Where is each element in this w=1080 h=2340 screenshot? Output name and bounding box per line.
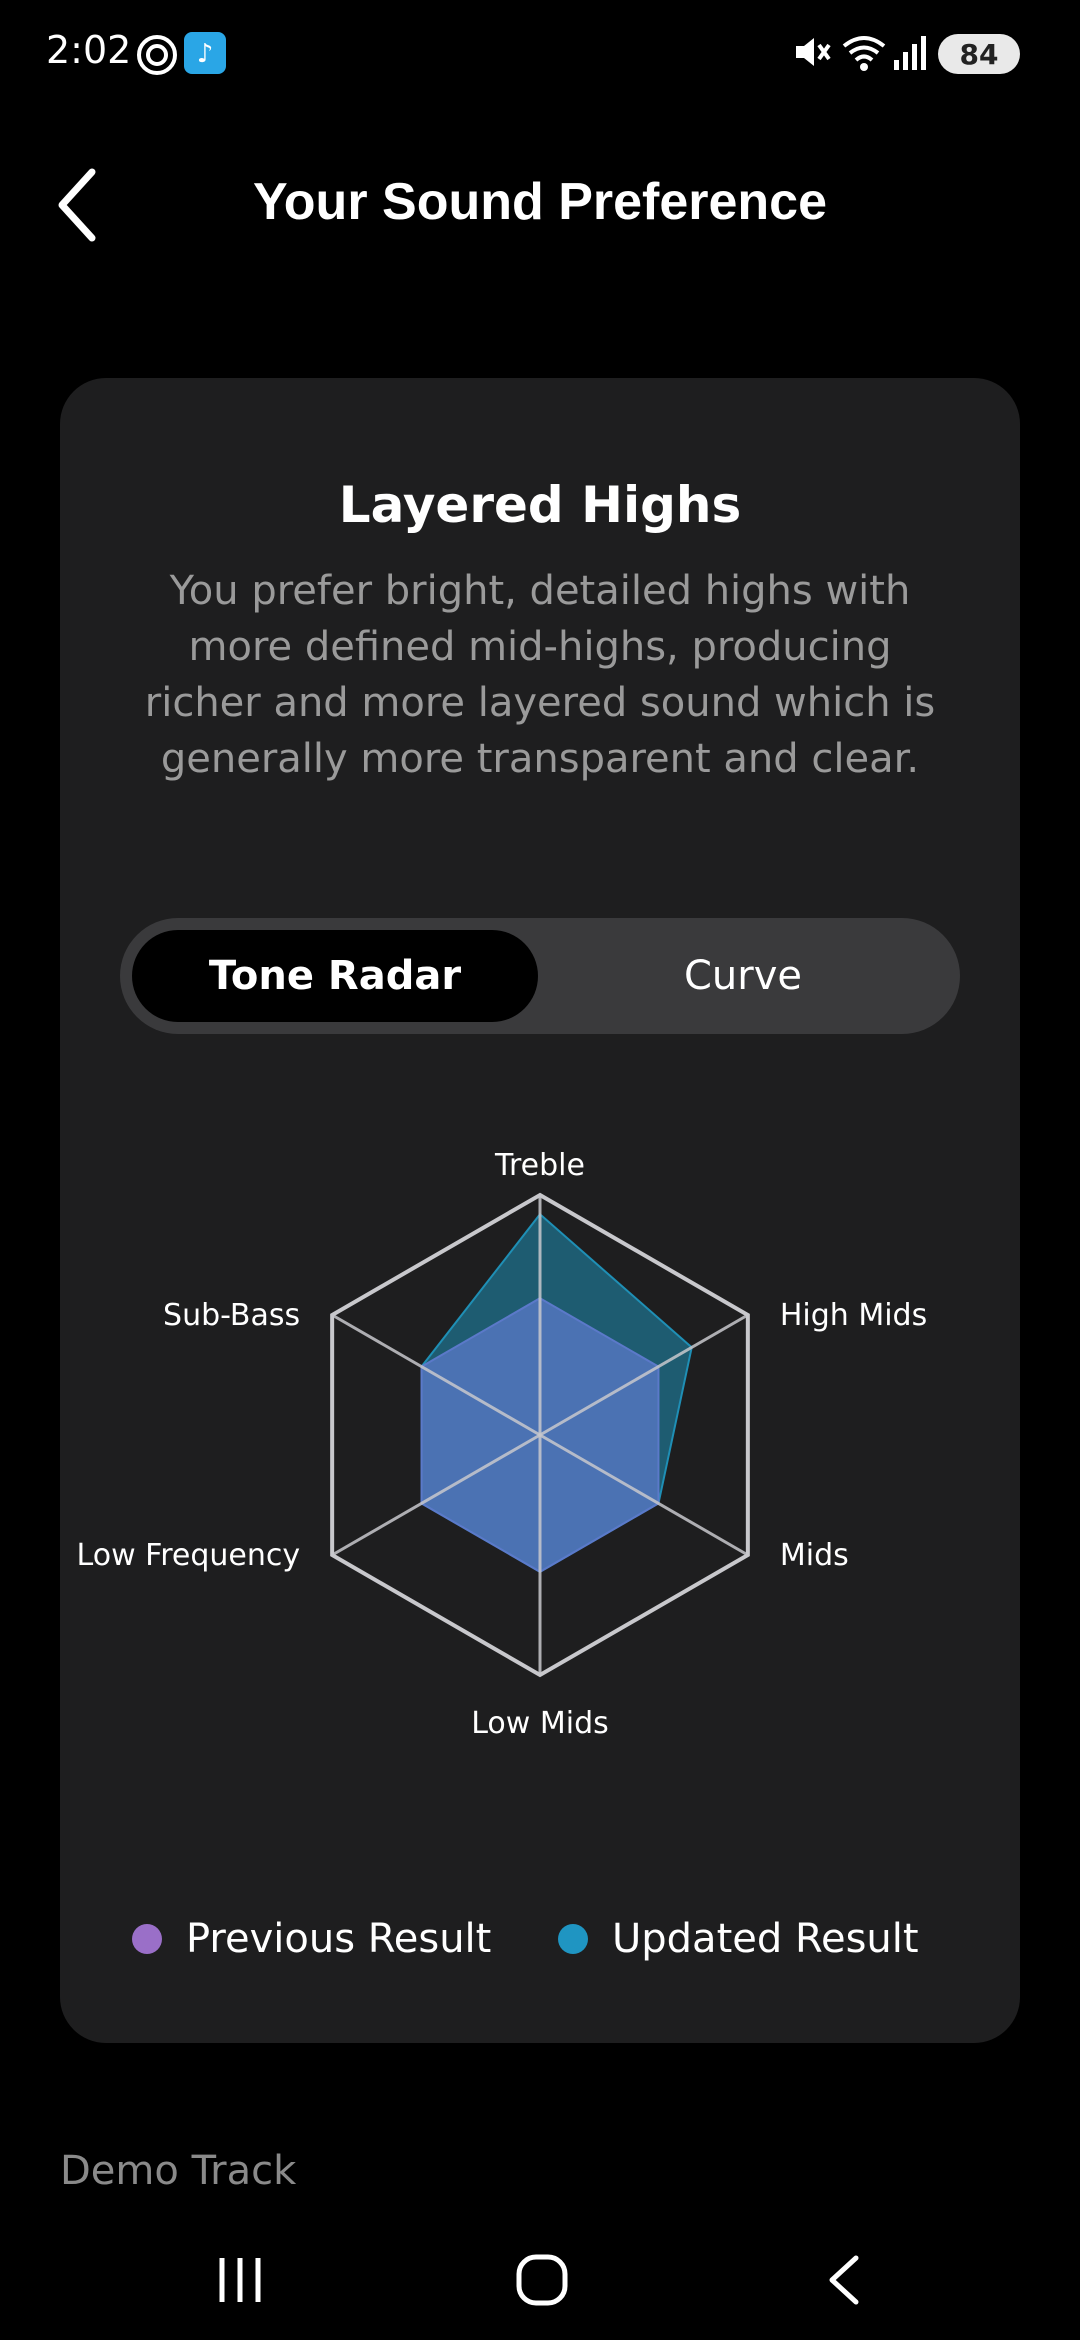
home-button[interactable] — [482, 2240, 602, 2320]
status-bar: 2:02 ♪ 84 — [0, 0, 1080, 110]
legend-updated-dot — [558, 1924, 588, 1954]
radar-axis-label: Mids — [780, 1538, 849, 1573]
legend-updated: Updated Result — [558, 1916, 919, 1962]
recent-apps-button[interactable] — [180, 2240, 300, 2320]
system-nav-bar — [0, 2220, 1080, 2340]
mute-icon — [792, 32, 832, 76]
radar-axis-label: Low Mids — [471, 1706, 609, 1741]
nav-back-button[interactable] — [786, 2240, 906, 2320]
threads-icon — [134, 32, 180, 82]
chart-legend: Previous Result Updated Result — [60, 1916, 1020, 1986]
radar-axis-label: Treble — [494, 1148, 585, 1183]
tone-radar-chart: Treble High Mids Mids Low Mids Low Frequency… — [60, 1118, 1020, 1818]
music-app-icon: ♪ — [184, 32, 226, 78]
radar-svg: Treble High Mids Mids Low Mids Low Frequency… — [77, 1148, 928, 1741]
home-icon — [516, 2254, 568, 2306]
page-title: Your Sound Preference — [252, 173, 828, 231]
radar-axis-label: Sub-Bass — [163, 1298, 300, 1333]
legend-previous-label: Previous Result — [186, 1916, 492, 1962]
legend-previous-dot — [132, 1924, 162, 1954]
radar-axis-label: Low Frequency — [77, 1538, 301, 1573]
preference-title: Layered Highs — [338, 476, 742, 534]
wifi-icon — [840, 32, 888, 78]
legend-previous: Previous Result — [132, 1916, 491, 1962]
status-time: 2:02 — [46, 28, 132, 72]
tab-tone-radar[interactable]: Tone Radar — [132, 930, 538, 1022]
sound-preference-card: Layered Highs You prefer bright, detaile… — [60, 378, 1020, 2043]
svg-text:♪: ♪ — [197, 39, 214, 69]
back-icon — [829, 2255, 859, 2305]
radar-axis-label: High Mids — [780, 1298, 927, 1333]
battery-icon: 84 — [938, 34, 1020, 74]
view-toggle: Tone Radar Curve — [120, 918, 960, 1034]
recent-apps-icon — [219, 2258, 261, 2302]
signal-icon — [892, 32, 930, 76]
preference-description: You prefer bright, detailed highs with m… — [144, 568, 936, 782]
demo-track-heading: Demo Track — [60, 2148, 297, 2194]
legend-updated-label: Updated Result — [612, 1916, 919, 1962]
tab-curve[interactable]: Curve — [538, 930, 948, 1022]
